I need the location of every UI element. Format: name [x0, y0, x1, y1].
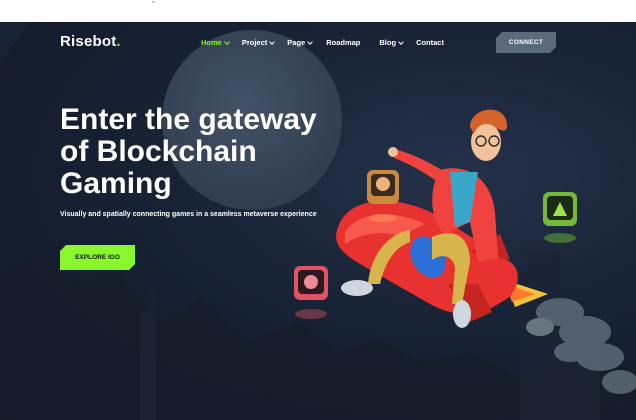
nav-item-label: Blog: [379, 38, 397, 47]
hero-title: Enter the gateway of Blockchain Gaming: [60, 104, 317, 200]
nav-item-label: Project: [241, 38, 268, 47]
cube-green: [543, 192, 577, 243]
divider: [152, 1, 155, 3]
nav-item-project[interactable]: Project: [241, 38, 276, 47]
nav-item-home[interactable]: Home: [201, 38, 230, 47]
cube-red: [294, 266, 328, 319]
hero-title-line: Gaming: [60, 167, 172, 200]
hero-subtitle: Visually and spatially connecting games …: [60, 211, 317, 218]
brand-dot: .: [116, 33, 121, 50]
hero-title-line: of Blockchain: [60, 135, 257, 168]
chevron-down-icon: [307, 38, 314, 45]
explore-igo-button[interactable]: EXPLORE IGO: [60, 245, 135, 270]
chevron-down-icon: [269, 38, 276, 45]
nav-item-roadmap[interactable]: Roadmap: [326, 38, 360, 47]
connect-button[interactable]: CONNECT: [496, 32, 556, 53]
hero-section: Risebot. Home Project Page Roadmap Blog …: [0, 22, 636, 420]
nav-item-contact[interactable]: Contact: [416, 38, 444, 47]
main-menu: Home Project Page Roadmap Blog Contact: [201, 38, 444, 47]
nav-item-label: Home: [201, 38, 222, 47]
nav-item-blog[interactable]: Blog: [379, 38, 404, 47]
chevron-down-icon: [224, 38, 230, 45]
smoke-trail: [526, 298, 636, 394]
nav-item-label: Contact: [416, 38, 444, 47]
hero-title-line: Enter the gateway: [60, 103, 317, 136]
nav-item-page[interactable]: Page: [287, 38, 314, 47]
nav-item-label: Roadmap: [326, 38, 361, 47]
browser-top-strip: [0, 0, 636, 22]
brand-name: Risebot: [60, 33, 117, 50]
rocket-character-illustration: [294, 109, 636, 394]
chevron-down-icon: [398, 38, 404, 45]
brand-logo[interactable]: Risebot.: [60, 33, 121, 50]
navbar: Risebot. Home Project Page Roadmap Blog …: [0, 22, 636, 64]
nav-item-label: Page: [287, 38, 306, 47]
